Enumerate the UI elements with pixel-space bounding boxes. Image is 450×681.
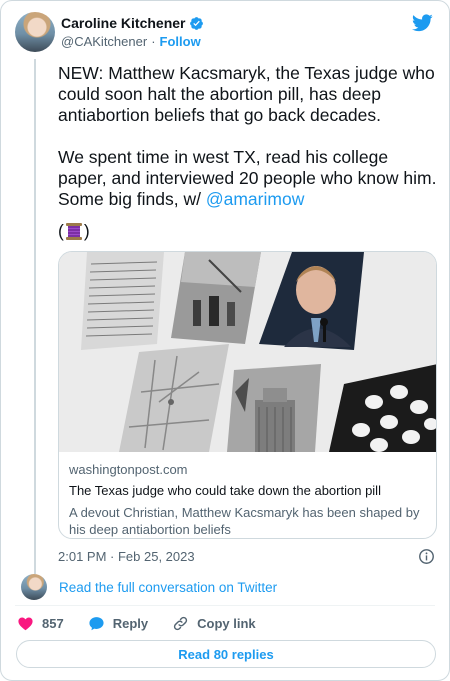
tweet-paragraph-1: NEW: Matthew Kacsmaryk, the Texas judge …	[58, 63, 440, 125]
author-name-row: Caroline Kitchener	[61, 15, 204, 31]
follow-button[interactable]: Follow	[160, 34, 201, 49]
embedded-tweet-card: Caroline Kitchener @CAKitchener · Follow…	[0, 0, 450, 681]
reply-bubble-icon	[89, 617, 104, 631]
link-domain: washingtonpost.com	[69, 462, 188, 477]
thread-connector-line	[34, 59, 36, 574]
author-name[interactable]: Caroline Kitchener	[61, 15, 185, 31]
tweet-text: NEW: Matthew Kacsmaryk, the Texas judge …	[58, 63, 438, 210]
handle-separator: ·	[151, 34, 156, 49]
heart-icon	[18, 617, 33, 631]
actions-divider	[15, 605, 435, 606]
author-handle[interactable]: @CAKitchener	[61, 34, 147, 49]
link-description: A devout Christian, Matthew Kacsmaryk ha…	[69, 505, 420, 537]
tweet-actions-bar: 857 Reply Copy link	[17, 615, 280, 632]
spool-of-thread-icon	[65, 223, 82, 240]
verified-badge-icon	[190, 16, 204, 30]
reply-label: Reply	[112, 616, 149, 631]
read-full-conversation-link[interactable]: Read the full conversation on Twitter	[59, 580, 277, 595]
info-icon[interactable]	[418, 548, 435, 565]
capitol-building-clip	[227, 364, 321, 452]
link-title[interactable]: The Texas judge who could take down the …	[69, 483, 429, 498]
author-handle-row: @CAKitchener · Follow	[61, 34, 201, 49]
link-icon	[173, 616, 188, 631]
collage-art	[59, 252, 436, 452]
newspaper-clip	[81, 252, 164, 350]
thread-emoji-row: ( )	[58, 221, 90, 242]
like-button[interactable]: 857	[17, 615, 64, 632]
reply-button[interactable]: Reply	[88, 615, 148, 632]
tweet-timestamp[interactable]: 2:01 PM · Feb 25, 2023	[58, 549, 195, 564]
mention-link[interactable]: @amarimow	[206, 189, 304, 209]
conversation-avatar	[21, 574, 47, 600]
author-avatar[interactable]	[15, 12, 55, 52]
like-count: 857	[42, 616, 64, 631]
twitter-bird-icon[interactable]	[412, 14, 433, 32]
link-meta: washingtonpost.com The Texas judge who c…	[69, 462, 429, 538]
link-preview-card[interactable]: washingtonpost.com The Texas judge who c…	[58, 251, 437, 539]
copy-link-label: Copy link	[197, 616, 256, 631]
read-replies-button[interactable]: Read 80 replies	[16, 640, 436, 668]
paren-open: (	[58, 221, 64, 241]
paren-close: )	[83, 221, 90, 241]
copy-link-button[interactable]: Copy link	[172, 615, 256, 632]
article-collage-image	[59, 252, 436, 452]
